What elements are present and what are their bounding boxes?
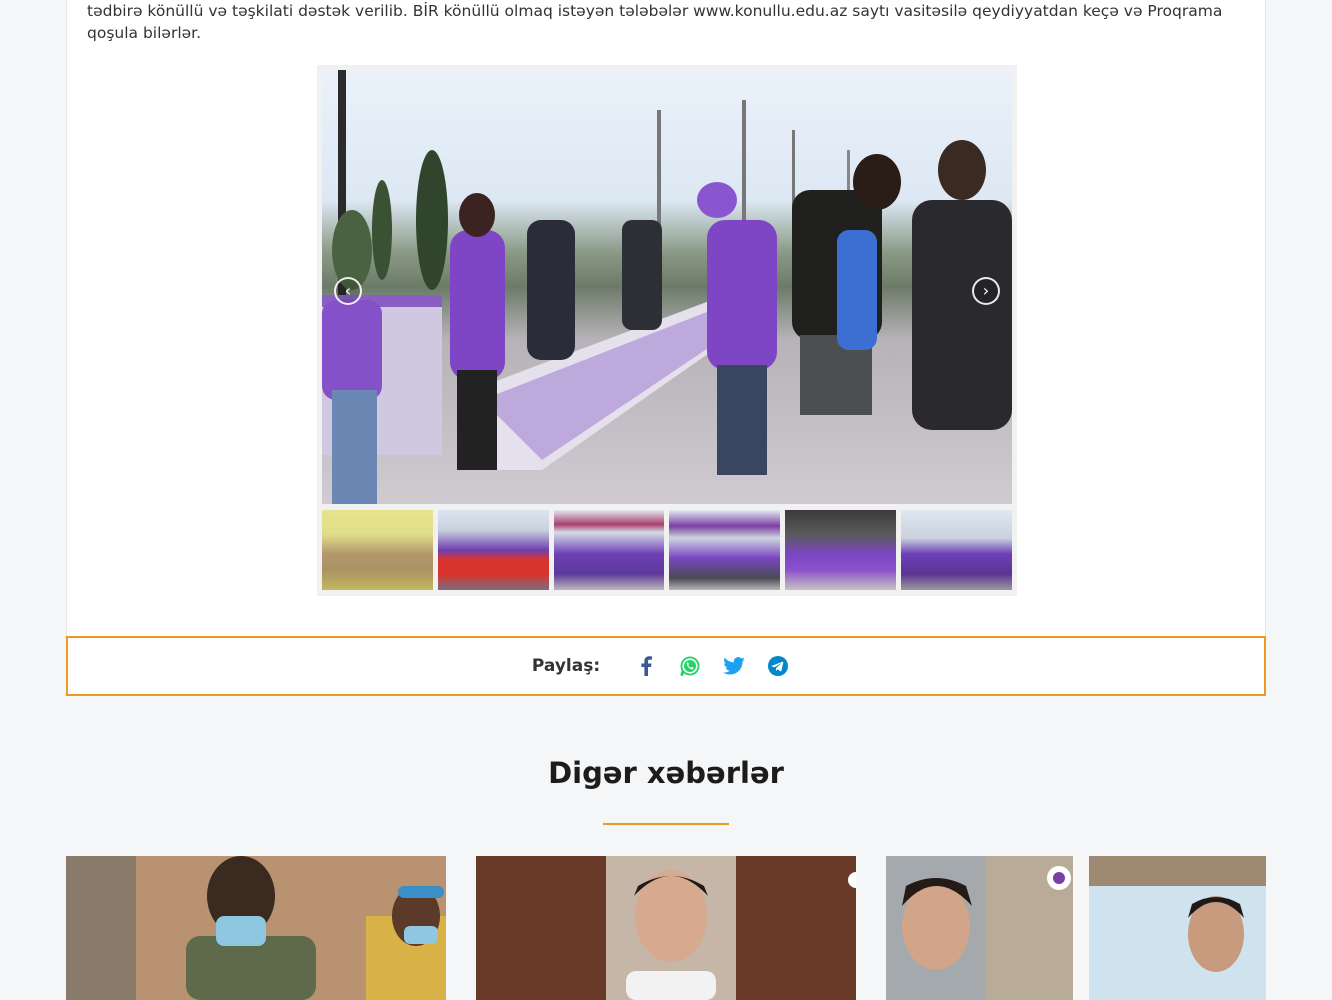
facebook-icon[interactable]: [635, 655, 657, 677]
share-label: Paylaş:: [531, 656, 601, 676]
other-news-title: Digər xəbərlər: [548, 756, 784, 790]
photo-gallery: ‹ ›: [317, 65, 1017, 596]
gallery-thumbnail-4[interactable]: [669, 510, 781, 590]
volunteers-photo: [322, 70, 1012, 504]
gallery-thumbnail-2[interactable]: [437, 510, 549, 590]
news-card-1[interactable]: [66, 856, 446, 1000]
gallery-thumbnail-1[interactable]: [322, 510, 433, 590]
whatsapp-icon[interactable]: [679, 655, 701, 677]
news-card-2-photo: [476, 856, 856, 1000]
gallery-thumbnail-6[interactable]: [901, 510, 1012, 590]
gallery-prev-button[interactable]: ‹: [334, 277, 362, 305]
gallery-main-photo: ‹ ›: [322, 70, 1012, 504]
gallery-thumbnail-3[interactable]: [553, 510, 665, 590]
twitter-icon[interactable]: [723, 655, 745, 677]
news-card-1-photo: [66, 856, 446, 1000]
article-paragraph: tədbirə könüllü və təşkilati dəstək veri…: [87, 2, 1223, 42]
telegram-icon[interactable]: [767, 655, 789, 677]
article-body: tədbirə könüllü və təşkilati dəstək veri…: [66, 0, 1266, 636]
gallery-next-button[interactable]: ›: [972, 277, 1000, 305]
news-card-2[interactable]: [476, 856, 856, 1000]
title-underline: [603, 823, 729, 825]
gallery-thumbnails: [322, 510, 1012, 590]
news-card-3-photo: [886, 856, 1266, 1000]
news-card-3[interactable]: [886, 856, 1266, 1000]
share-bar: Paylaş:: [66, 636, 1266, 696]
gallery-thumbnail-5[interactable]: [785, 510, 897, 590]
